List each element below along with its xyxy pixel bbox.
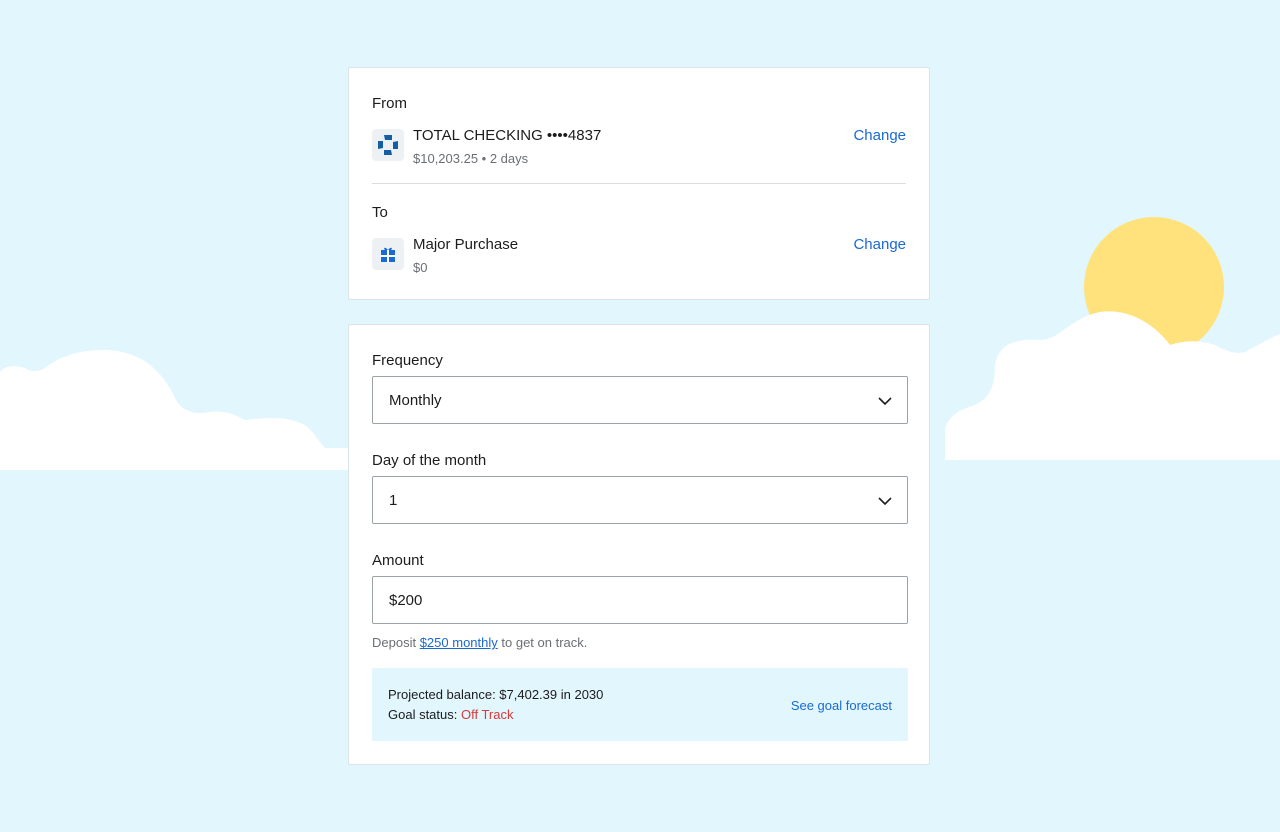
to-label: To bbox=[372, 204, 388, 221]
hint-prefix: Deposit bbox=[372, 635, 417, 650]
goal-status-value: Off Track bbox=[461, 707, 514, 722]
frequency-select[interactable]: Monthly bbox=[372, 376, 908, 424]
deposit-hint: Deposit $250 monthly to get on track. bbox=[372, 635, 587, 650]
goal-status-label: Goal status: bbox=[388, 707, 458, 722]
day-of-month-select[interactable]: 1 bbox=[372, 476, 908, 524]
transfer-accounts-card: From TOTAL CHECKING ••••4837 $10,203.25 … bbox=[348, 67, 930, 300]
change-from-account-link[interactable]: Change bbox=[853, 127, 906, 144]
day-of-month-label: Day of the month bbox=[372, 452, 487, 469]
from-account-name: TOTAL CHECKING ••••4837 bbox=[413, 127, 602, 144]
projected-balance: Projected balance: $7,402.39 in 2030 bbox=[388, 687, 604, 702]
goal-status: Goal status: Off Track bbox=[388, 707, 514, 722]
from-label: From bbox=[372, 95, 407, 112]
chevron-down-icon bbox=[878, 497, 892, 506]
amount-label: Amount bbox=[372, 552, 424, 569]
see-goal-forecast-link[interactable]: See goal forecast bbox=[791, 698, 892, 713]
cloud-left bbox=[0, 350, 348, 470]
chase-bank-icon bbox=[372, 129, 404, 161]
goal-forecast-panel: Projected balance: $7,402.39 in 2030 Goa… bbox=[372, 668, 908, 741]
amount-input[interactable]: $200 bbox=[372, 576, 908, 624]
gift-icon bbox=[372, 238, 404, 270]
hint-suffix: to get on track. bbox=[501, 635, 588, 650]
change-to-account-link[interactable]: Change bbox=[853, 236, 906, 253]
frequency-label: Frequency bbox=[372, 352, 443, 369]
day-of-month-value: 1 bbox=[389, 491, 398, 509]
frequency-value: Monthly bbox=[389, 391, 442, 409]
to-account-name: Major Purchase bbox=[413, 236, 519, 253]
divider bbox=[372, 183, 906, 184]
to-account-detail: $0 bbox=[413, 260, 428, 275]
transfer-schedule-card: Frequency Monthly Day of the month 1 Amo… bbox=[348, 324, 930, 765]
from-account-detail: $10,203.25 • 2 days bbox=[413, 151, 529, 166]
amount-value: $200 bbox=[389, 591, 423, 609]
cloud-right bbox=[945, 311, 1280, 460]
chevron-down-icon bbox=[878, 397, 892, 406]
suggested-amount-link[interactable]: $250 monthly bbox=[420, 635, 498, 650]
